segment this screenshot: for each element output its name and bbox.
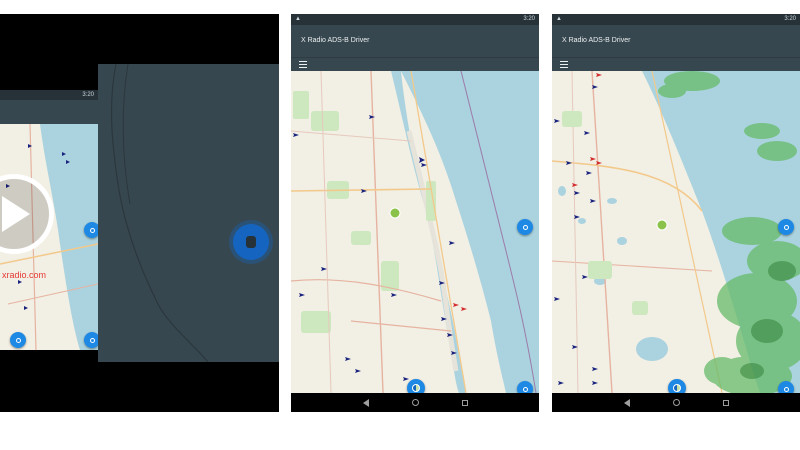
- play-icon[interactable]: [2, 196, 30, 232]
- settings-icon[interactable]: [84, 332, 98, 348]
- hamburger-menu-icon[interactable]: [560, 61, 568, 68]
- tracking-icon[interactable]: [233, 224, 269, 260]
- my-location-icon[interactable]: [10, 332, 26, 348]
- phone-screen-weather-map: ▲ 3:20 X Radio ADS-B Driver: [552, 14, 800, 412]
- navigation-bar: [0, 350, 98, 362]
- toolbar: [291, 57, 539, 71]
- status-time: 3:20: [784, 16, 796, 22]
- status-bar: ▲ 3:20: [552, 14, 800, 25]
- video-preview-panel[interactable]: 3:20 xradio.com: [0, 14, 279, 412]
- notification-icon: ▲: [556, 16, 562, 22]
- navigation-bar: [291, 393, 539, 412]
- layers-icon[interactable]: [517, 219, 533, 235]
- navigation-bar: [552, 393, 800, 412]
- map-view[interactable]: [291, 71, 539, 393]
- dark-map-background: [98, 64, 279, 362]
- phone-screen-street-map: ▲ 3:20 X Radio ADS-B Driver: [291, 14, 539, 412]
- app-title: X Radio ADS-B Driver: [552, 25, 800, 57]
- back-icon[interactable]: [362, 398, 369, 407]
- map-view[interactable]: [552, 71, 800, 393]
- settings-icon[interactable]: [778, 381, 794, 393]
- weather-radar-map: [552, 71, 800, 393]
- dark-map-lines: [110, 64, 209, 362]
- my-location-icon[interactable]: [407, 379, 425, 393]
- notification-icon: ▲: [295, 16, 301, 22]
- recents-icon[interactable]: [722, 399, 729, 406]
- app-toolbar: [0, 100, 98, 124]
- home-icon[interactable]: [411, 399, 419, 406]
- watermark-text: xradio.com: [2, 270, 47, 280]
- app-title: X Radio ADS-B Driver: [291, 25, 539, 57]
- status-bar: ▲ 3:20: [291, 14, 539, 25]
- my-location-icon[interactable]: [668, 379, 686, 393]
- layers-icon[interactable]: [778, 219, 794, 235]
- status-time: 3:20: [523, 16, 535, 22]
- recents-icon[interactable]: [461, 399, 468, 406]
- screenshot-collage: 3:20 xradio.com ▲ 3:20 X Radio ADS-B Dri…: [0, 0, 800, 450]
- settings-icon[interactable]: [517, 381, 533, 393]
- status-bar: 3:20: [0, 90, 98, 100]
- back-icon[interactable]: [623, 398, 630, 407]
- home-icon[interactable]: [672, 399, 680, 406]
- toolbar: [552, 57, 800, 71]
- layers-icon[interactable]: [84, 222, 98, 238]
- hamburger-menu-icon[interactable]: [299, 61, 307, 68]
- street-map: [291, 71, 539, 393]
